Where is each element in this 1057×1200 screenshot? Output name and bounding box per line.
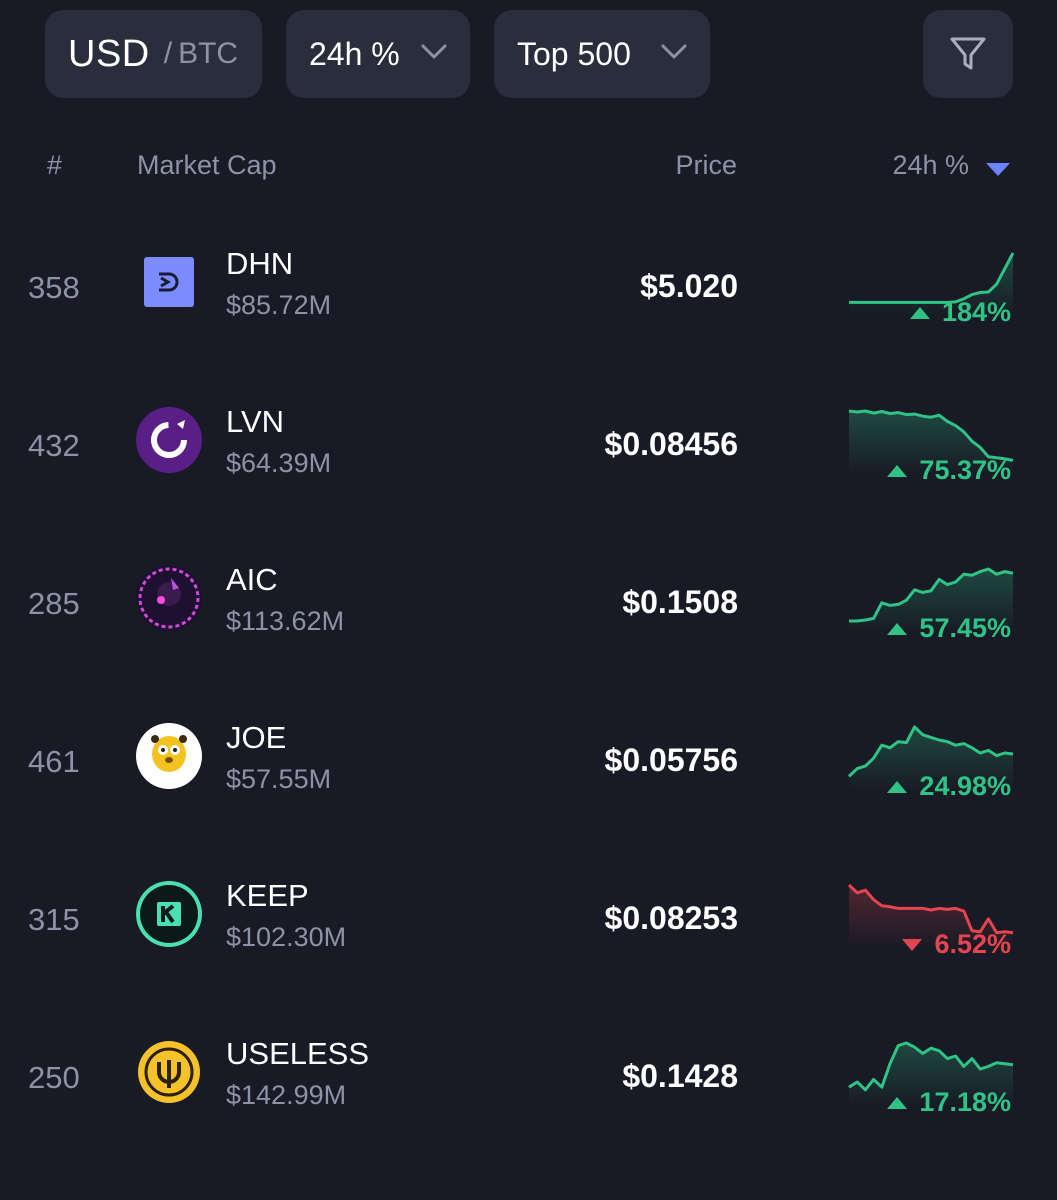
coin-rank: 461: [28, 744, 80, 779]
coin-symbol: USELESS: [226, 1036, 370, 1071]
useless-logo-icon: [135, 1038, 203, 1106]
rank-filter-dropdown[interactable]: Top 500: [494, 10, 710, 98]
coin-symbol: DHN: [226, 246, 294, 281]
coin-price: $0.08456: [604, 426, 738, 462]
coin-symbol: AIC: [226, 562, 278, 597]
coin-market-cap: $113.62M: [226, 606, 345, 636]
coin-market-cap: $85.72M: [226, 290, 332, 320]
coin-rank: 250: [28, 1060, 80, 1095]
column-header-change[interactable]: 24h %: [892, 150, 969, 181]
chevron-down-icon: [661, 44, 687, 59]
timeframe-label: 24h %: [309, 35, 400, 72]
coin-change-value: 6.52%: [934, 929, 1011, 959]
column-header-rank[interactable]: #: [47, 150, 62, 181]
timeframe-dropdown[interactable]: 24h %: [286, 10, 470, 98]
triangle-up-icon: [887, 780, 908, 793]
column-header-price[interactable]: Price: [675, 150, 737, 181]
filter-button[interactable]: [923, 10, 1013, 98]
coin-row[interactable]: 250 USELESS $142.99M $0.1428 17.18%: [0, 1013, 1057, 1171]
currency-toggle[interactable]: USD / BTC: [45, 10, 262, 98]
aic-logo-icon: [135, 564, 203, 632]
column-header-market-cap[interactable]: Market Cap: [137, 150, 277, 181]
coin-row[interactable]: 461 JOE $57.55M $0.05756 24.98%: [0, 697, 1057, 855]
coin-change: 75.37%: [887, 455, 1011, 486]
currency-alternate[interactable]: BTC: [178, 37, 238, 71]
triangle-up-icon: [887, 622, 908, 635]
coin-market-cap: $64.39M: [226, 448, 332, 478]
triangle-up-icon: [909, 306, 930, 319]
triangle-up-icon: [887, 1096, 908, 1109]
coin-market-cap: $102.30M: [226, 922, 347, 952]
coin-change: 6.52%: [902, 929, 1011, 960]
coin-row[interactable]: 315 KEEP $102.30M $0.08253 6.52%: [0, 855, 1057, 1013]
currency-selected[interactable]: USD: [68, 33, 150, 76]
coin-price: $0.05756: [604, 742, 738, 778]
coin-price: $0.1428: [622, 1058, 738, 1094]
coin-change-value: 184%: [941, 297, 1011, 327]
coin-rank: 315: [28, 902, 80, 937]
coin-price: $0.08253: [604, 900, 738, 936]
sort-desc-icon[interactable]: [985, 161, 1011, 177]
triangle-up-icon: [887, 464, 908, 477]
filter-icon: [950, 37, 986, 70]
coin-change: 17.18%: [887, 1087, 1011, 1118]
coin-symbol: KEEP: [226, 878, 309, 913]
coin-market-cap: $142.99M: [226, 1080, 347, 1110]
triangle-down-icon: [902, 938, 923, 951]
coin-market-cap: $57.55M: [226, 764, 332, 794]
coin-row[interactable]: 358 DHN $85.72M $5.020 184%: [0, 223, 1057, 381]
coin-change: 24.98%: [887, 771, 1011, 802]
currency-separator: /: [163, 37, 173, 70]
coin-price: $5.020: [640, 268, 738, 304]
joe-logo-icon: [135, 722, 203, 790]
toolbar: USD / BTC 24h % Top 500: [0, 0, 1057, 110]
coin-symbol: LVN: [226, 404, 285, 439]
coin-rank: 285: [28, 586, 80, 621]
lvn-logo-icon: [135, 406, 203, 474]
coin-rank: 358: [28, 270, 80, 305]
coin-row[interactable]: 432 LVN $64.39M $0.08456 75.37%: [0, 381, 1057, 539]
coin-row[interactable]: 285 AIC $113.62M $0.1508 57.45%: [0, 539, 1057, 697]
coin-change-value: 24.98%: [919, 771, 1011, 801]
coin-change-value: 17.18%: [919, 1087, 1011, 1117]
coin-change: 57.45%: [887, 613, 1011, 644]
chevron-down-icon: [421, 44, 447, 59]
coin-change-value: 57.45%: [919, 613, 1011, 643]
coin-change-value: 75.37%: [919, 455, 1011, 485]
coin-change: 184%: [909, 297, 1011, 328]
keep-logo-icon: [135, 880, 203, 948]
rank-filter-label: Top 500: [517, 35, 631, 72]
dhn-logo-icon: [135, 248, 203, 316]
coin-price: $0.1508: [622, 584, 738, 620]
coin-rank: 432: [28, 428, 80, 463]
coin-symbol: JOE: [226, 720, 287, 755]
